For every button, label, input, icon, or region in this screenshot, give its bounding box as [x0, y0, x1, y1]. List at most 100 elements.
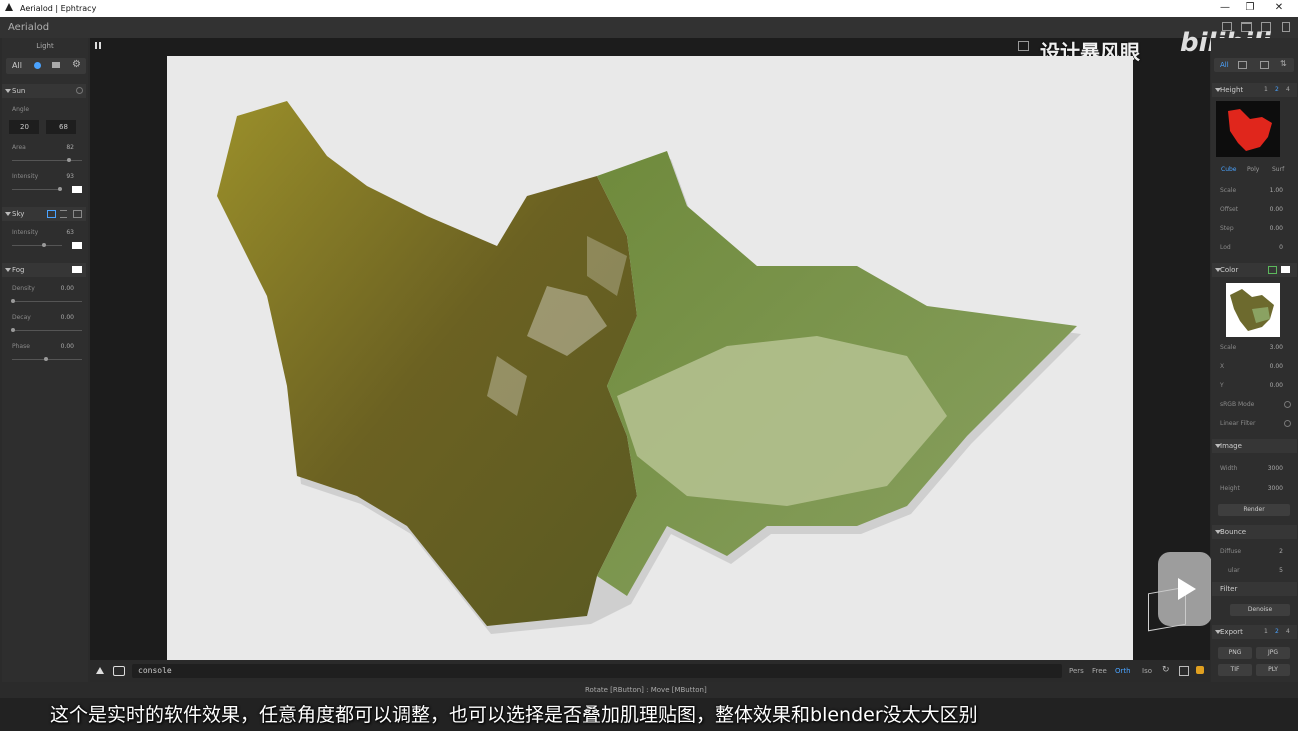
height-scale-value[interactable]: 1.00 [1243, 187, 1283, 194]
view-iso[interactable]: Iso [1142, 667, 1152, 675]
toggle-icon[interactable] [76, 87, 83, 94]
image-height-label: Height [1220, 485, 1240, 492]
diffuse-value[interactable]: 2 [1243, 548, 1283, 555]
export-png-button[interactable]: PNG [1218, 647, 1252, 659]
sun-color-swatch[interactable] [72, 186, 82, 193]
render-canvas[interactable] [167, 56, 1133, 660]
step-value[interactable]: 0.00 [1243, 225, 1283, 232]
export-section-header[interactable]: Export 1 2 4 [1212, 625, 1297, 639]
collapse-icon [5, 89, 11, 93]
document-icon[interactable] [1282, 22, 1290, 32]
color-image-icon[interactable] [1268, 266, 1277, 274]
rotate-icon[interactable]: ↻ [1162, 665, 1170, 675]
export-tif-button[interactable]: TIF [1218, 664, 1252, 676]
export-ply-button[interactable]: PLY [1256, 664, 1290, 676]
sky-gradient-icon[interactable] [60, 210, 67, 218]
pause-icon[interactable] [95, 42, 97, 49]
camera-icon[interactable] [52, 62, 60, 68]
slider-knob[interactable] [58, 187, 62, 191]
sky-intensity-label: Intensity [12, 229, 39, 236]
export-page-2[interactable]: 2 [1275, 628, 1279, 635]
density-slider[interactable] [11, 299, 82, 303]
expand-up-icon[interactable] [96, 667, 104, 674]
sky-uniform-icon[interactable] [47, 210, 56, 218]
sky-color-swatch[interactable] [72, 242, 82, 249]
heightmap-thumbnail[interactable] [1216, 101, 1280, 157]
play-icon[interactable] [1178, 578, 1196, 600]
height-page-4[interactable]: 4 [1286, 86, 1290, 93]
terrain-icon[interactable] [1238, 61, 1247, 69]
cube-icon[interactable] [1196, 666, 1204, 674]
specular-value[interactable]: 5 [1243, 567, 1283, 574]
filter-section-header[interactable]: Filter [1212, 582, 1297, 596]
color-section-header[interactable]: Color [1212, 263, 1297, 277]
sky-image-icon[interactable] [73, 210, 82, 218]
slider-knob[interactable] [67, 158, 71, 162]
angle-x-field[interactable]: 20 [9, 120, 39, 134]
screenshot-camera-icon[interactable] [113, 666, 125, 676]
offset-value[interactable]: 0.00 [1243, 206, 1283, 213]
bounce-section-header[interactable]: Bounce [1212, 525, 1297, 539]
bounce-label: Bounce [1220, 528, 1247, 536]
specular-label: ular [1228, 567, 1240, 574]
sky-label: Sky [12, 210, 25, 218]
image-section-header[interactable]: Image [1212, 439, 1297, 453]
view-free[interactable]: Free [1092, 667, 1107, 675]
y-value[interactable]: 0.00 [1243, 382, 1283, 389]
gear-icon[interactable]: ⚙ [72, 59, 81, 70]
area-slider[interactable] [12, 158, 82, 162]
tab-all[interactable]: All [12, 61, 22, 70]
sort-icon[interactable]: ⇅ [1280, 59, 1287, 68]
color-scale-value[interactable]: 3.00 [1243, 344, 1283, 351]
image-icon[interactable] [1018, 41, 1029, 51]
restore-icon[interactable]: ❐ [1243, 1, 1257, 15]
video-play-overlay[interactable] [1158, 552, 1212, 626]
intensity-label: Intensity [12, 173, 39, 180]
denoise-button[interactable]: Denoise [1230, 604, 1290, 616]
fog-section-header[interactable]: Fog [2, 263, 86, 277]
app-header [0, 17, 1298, 38]
height-section-header[interactable]: Height 1 2 4 [1212, 83, 1297, 97]
console-input[interactable]: console [132, 664, 1062, 678]
color-swatch[interactable] [1281, 266, 1290, 273]
slider-knob[interactable] [11, 328, 15, 332]
close-icon[interactable]: ✕ [1272, 1, 1286, 15]
x-value[interactable]: 0.00 [1243, 363, 1283, 370]
height-page-2[interactable]: 2 [1275, 86, 1279, 93]
grid-icon[interactable] [1179, 666, 1189, 676]
sky-section-header[interactable]: Sky [2, 207, 86, 221]
video-subtitle: 这个是实时的软件效果，任意角度都可以调整，也可以选择是否叠加肌理贴图，整体效果和… [50, 704, 978, 726]
view-pers[interactable]: Pers [1069, 667, 1084, 675]
render-button[interactable]: Render [1218, 504, 1290, 516]
slider-knob[interactable] [42, 243, 46, 247]
phase-value: 0.00 [60, 343, 74, 350]
sky-intensity-slider[interactable] [12, 243, 62, 247]
export-jpg-button[interactable]: JPG [1256, 647, 1290, 659]
intensity-slider[interactable] [12, 187, 62, 191]
mode-cube[interactable]: Cube [1221, 166, 1237, 173]
view-orth[interactable]: Orth [1115, 667, 1131, 675]
linear-filter-toggle[interactable] [1284, 420, 1291, 427]
mode-poly[interactable]: Poly [1247, 166, 1259, 173]
tab-all-right[interactable]: All [1220, 61, 1229, 69]
slider-knob[interactable] [11, 299, 15, 303]
mode-surf[interactable]: Surf [1272, 166, 1284, 173]
lod-value[interactable]: 0 [1243, 244, 1283, 251]
sun-icon[interactable] [34, 62, 41, 69]
export-page-1[interactable]: 1 [1264, 628, 1268, 635]
image-height-value[interactable]: 3000 [1243, 485, 1283, 492]
angle-y-field[interactable]: 68 [46, 120, 76, 134]
srgb-toggle[interactable] [1284, 401, 1291, 408]
height-page-1[interactable]: 1 [1264, 86, 1268, 93]
width-value[interactable]: 3000 [1243, 465, 1283, 472]
minimize-icon[interactable]: — [1218, 1, 1232, 15]
picture-icon[interactable] [1260, 61, 1269, 69]
slider-knob[interactable] [44, 357, 48, 361]
export-page-4[interactable]: 4 [1286, 628, 1290, 635]
sun-section-header[interactable]: Sun [2, 84, 86, 98]
fog-color-swatch[interactable] [72, 266, 82, 273]
phase-slider[interactable] [12, 357, 82, 361]
color-texture-thumbnail[interactable] [1226, 283, 1280, 337]
decay-slider[interactable] [11, 328, 82, 332]
density-label: Density [12, 285, 35, 292]
